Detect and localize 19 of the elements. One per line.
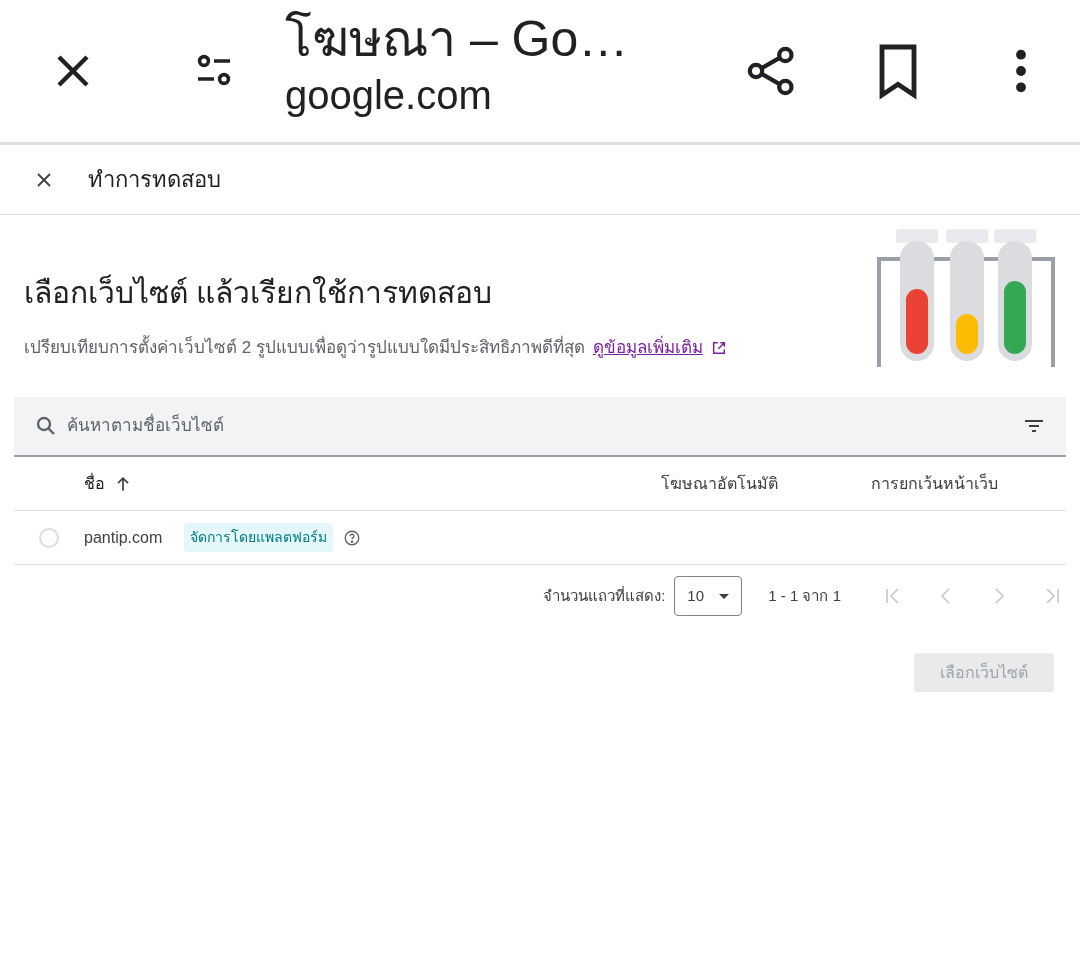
- row-radio[interactable]: [39, 527, 59, 548]
- learn-more-link[interactable]: ดูข้อมูลเพิ่มเติม: [592, 335, 703, 361]
- page-url: google.com: [285, 72, 493, 119]
- page-range: 1 - 1 จาก 1: [768, 585, 841, 606]
- rows-per-page-select[interactable]: 10: [674, 576, 743, 616]
- column-header[interactable]: โฆษณาอัตโนมัติ: [661, 471, 778, 496]
- caret-icon: [719, 593, 730, 599]
- dialog-title: ทำการทดสอบ: [88, 166, 221, 194]
- site-name: pantip.com: [84, 527, 163, 548]
- search-input[interactable]: ค้นหาตามชื่อเว็บไซต์: [14, 397, 1066, 457]
- external-link-icon: [710, 339, 727, 356]
- rows-per-page-label: จำนวนแถวที่แสดง:: [543, 585, 666, 606]
- help-icon[interactable]: [343, 528, 362, 547]
- section-description: เปรียบเทียบการตั้งค่าเว็บไซต์ 2 รูปแบบเพื่อดูว่ารูปแบบใดมีประสิทธิภาพดีที่สุด ดูข้อมูลเพิ่มเติม: [24, 335, 876, 361]
- column-header[interactable]: ชื่อ: [84, 471, 105, 496]
- section-heading: เลือกเว็บไซต์ แล้วเรียกใช้การทดสอบ: [24, 273, 494, 311]
- column-header[interactable]: การยกเว้นหน้าเว็บ: [871, 471, 998, 496]
- platform-tag: จัดการโดยแพลตฟอร์ม: [184, 523, 334, 552]
- page-title: โฆษณา – Go…: [285, 10, 630, 69]
